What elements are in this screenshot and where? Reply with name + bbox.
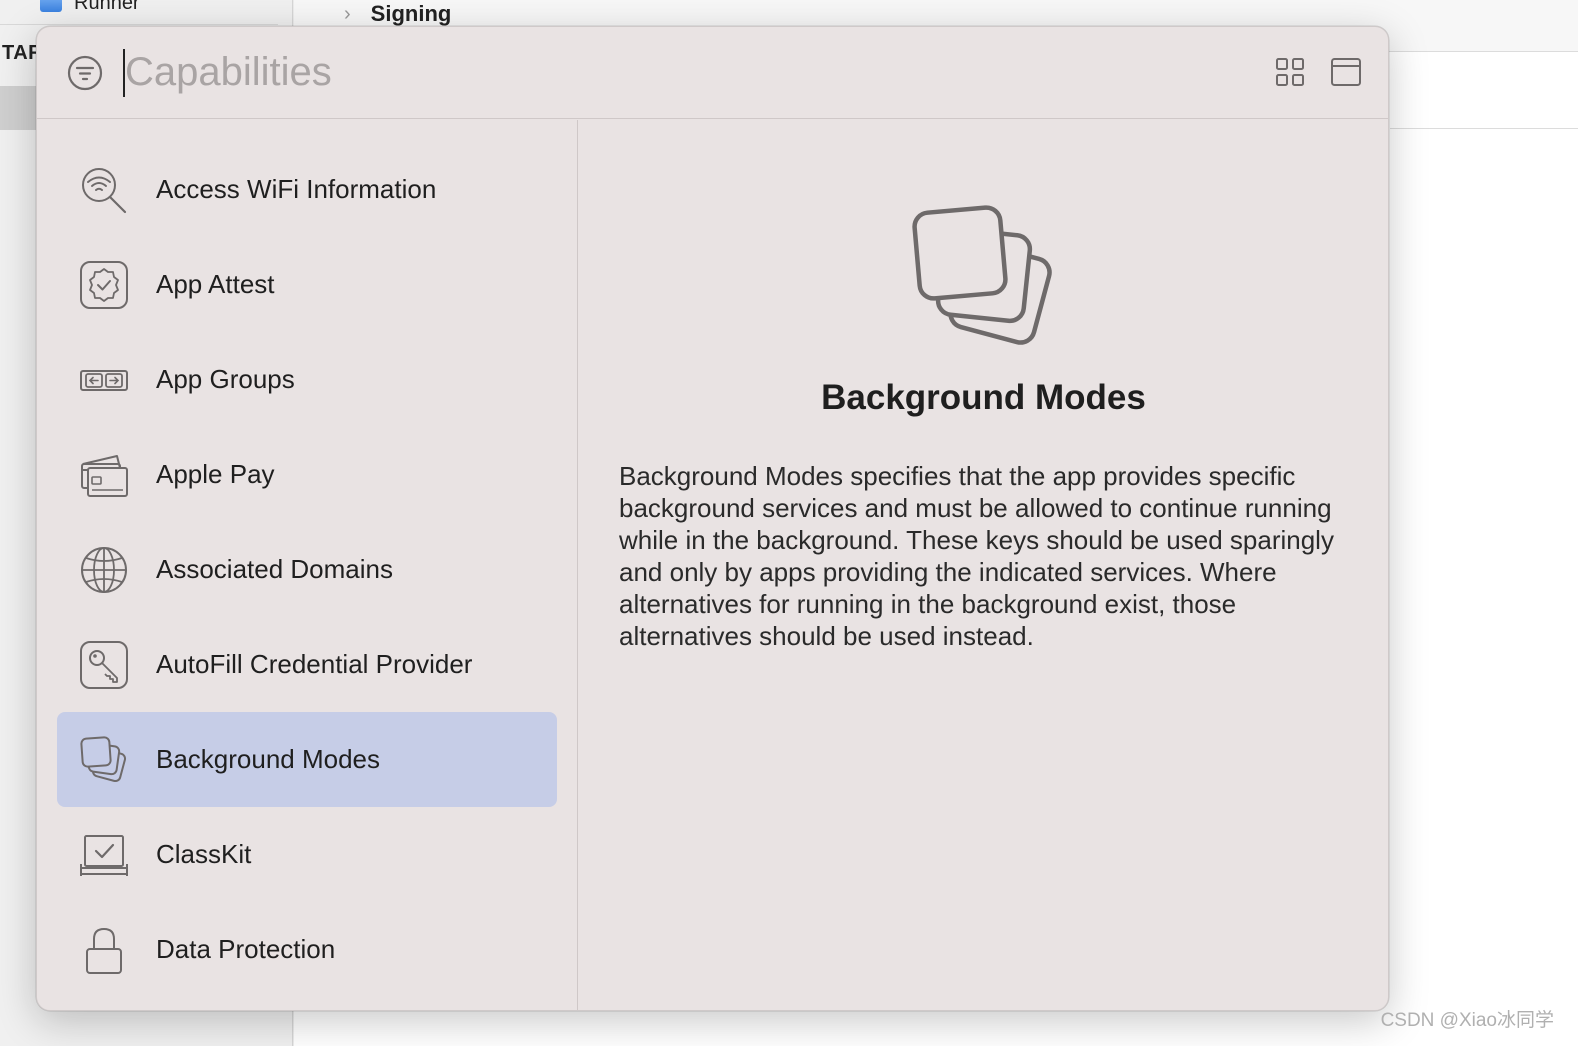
watermark: CSDN @Xiao冰同学 (1380, 1010, 1554, 1031)
capability-label: Access WiFi Information (156, 174, 437, 204)
cards-icon (81, 455, 128, 497)
capability-item-data-protection[interactable]: Data Protection (57, 902, 557, 997)
capability-label: App Groups (156, 364, 295, 394)
stacked-squares-icon (912, 205, 1052, 345)
capabilities-library-panel: Access WiFi Information App Attest App G… (36, 26, 1389, 1011)
capability-item-background-modes[interactable]: Background Modes (57, 712, 557, 807)
signing-section-header[interactable]: › Signing (344, 0, 451, 28)
capability-item-associated-domains[interactable]: Associated Domains (57, 522, 557, 617)
selected-target-row[interactable] (0, 86, 40, 130)
project-item-runner[interactable]: Runner (40, 0, 140, 16)
capability-item-app-attest[interactable]: App Attest (57, 237, 557, 332)
app-icon (40, 0, 62, 12)
capability-item-autofill-credential-provider[interactable]: AutoFill Credential Provider (57, 617, 557, 712)
capabilities-search-input[interactable] (125, 41, 1125, 103)
divider (1390, 128, 1578, 129)
capability-item-access-wifi-information[interactable]: Access WiFi Information (57, 142, 557, 237)
filter-icon[interactable] (67, 55, 103, 91)
capability-item-app-groups[interactable]: App Groups (57, 332, 557, 427)
grid-view-icon[interactable] (1275, 57, 1305, 87)
search-bar (37, 27, 1388, 119)
project-item-label: Runner (74, 0, 140, 14)
capability-label: App Attest (156, 269, 275, 299)
lock-icon (86, 927, 122, 974)
capabilities-list: Access WiFi Information App Attest App G… (37, 120, 578, 1010)
divider (0, 24, 278, 25)
capability-label: ClassKit (156, 839, 252, 869)
chevron-right-icon: › (344, 2, 351, 25)
capability-label: Data Protection (156, 934, 336, 964)
signing-section-title: Signing (370, 1, 452, 26)
stacked-squares-icon (80, 736, 127, 783)
capability-label: Background Modes (156, 744, 381, 774)
globe-icon (81, 547, 127, 593)
capability-label: Associated Domains (156, 554, 393, 584)
app-groups-icon (80, 370, 128, 391)
capability-label: Apple Pay (156, 459, 275, 489)
detail-view-icon[interactable] (1330, 56, 1362, 88)
capability-label: AutoFill Credential Provider (156, 649, 473, 679)
badge-check-icon (80, 261, 128, 309)
key-icon (80, 641, 128, 689)
wifi-search-icon (82, 168, 127, 214)
detail-description: Background Modes specifies that the app … (619, 461, 1334, 651)
capability-item-apple-pay[interactable]: Apple Pay (57, 427, 557, 522)
capability-detail-pane: Background Modes Background Modes specif… (579, 120, 1388, 1010)
capability-item-classkit[interactable]: ClassKit (57, 807, 557, 902)
classkit-icon (80, 835, 128, 876)
detail-title: Background Modes (821, 378, 1146, 417)
